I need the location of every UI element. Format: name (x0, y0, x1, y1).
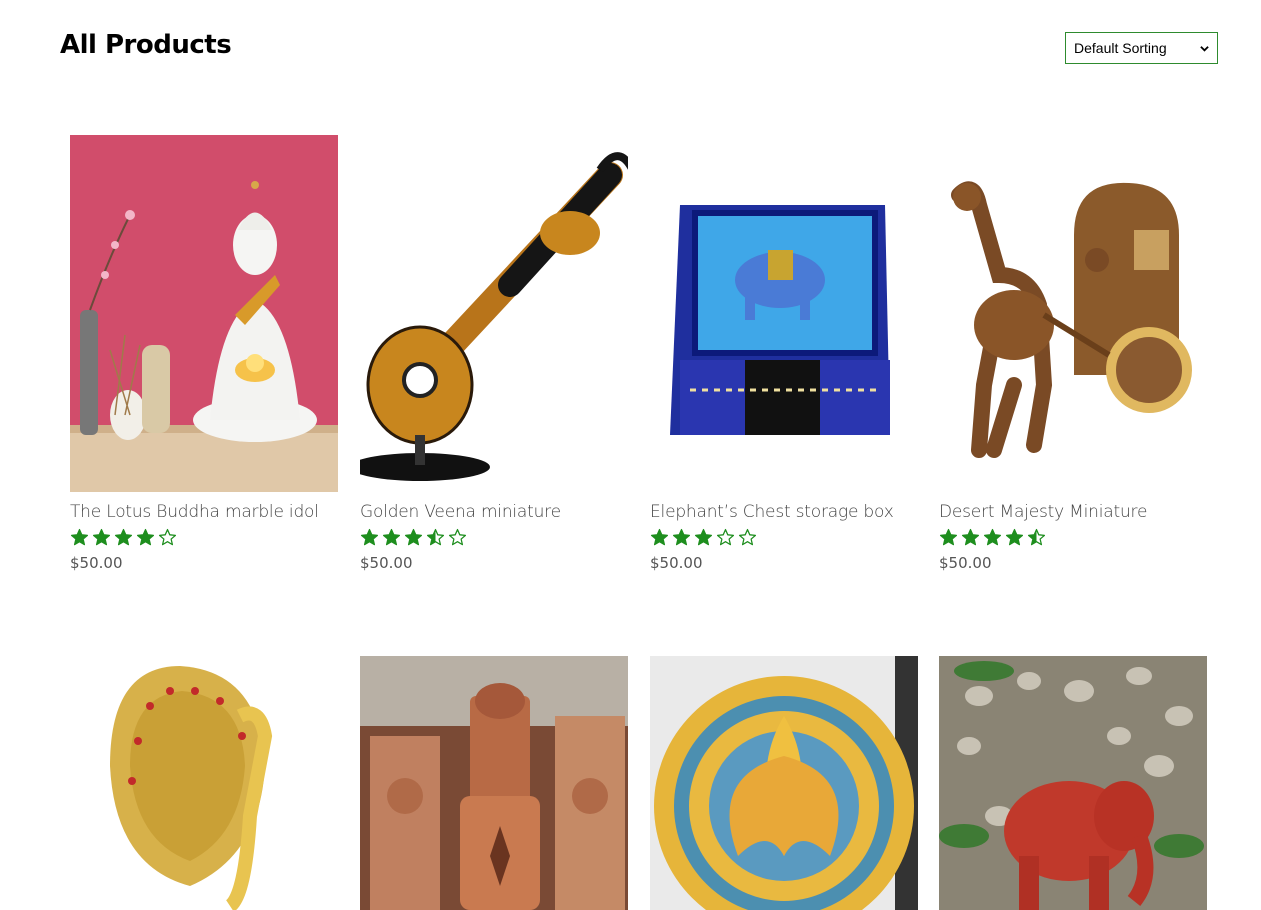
product-price: $50.00 (939, 554, 992, 572)
product-name[interactable]: Golden Veena miniature (360, 502, 628, 522)
product-card[interactable] (650, 656, 918, 910)
star-full-icon (672, 528, 691, 546)
sort-selected-label: Default Sorting (1074, 40, 1167, 56)
star-full-icon (114, 528, 133, 546)
product-card[interactable] (360, 656, 628, 910)
product-name[interactable]: Desert Majesty Miniature (939, 502, 1207, 522)
product-image-terracotta-lanterns[interactable] (360, 656, 628, 910)
star-full-icon (136, 528, 155, 546)
product-image-veena[interactable] (360, 135, 628, 492)
star-full-icon (382, 528, 401, 546)
rating-stars (360, 528, 628, 548)
star-full-icon (939, 528, 958, 546)
rating-stars (939, 528, 1207, 548)
star-full-icon (404, 528, 423, 546)
product-image-elephant-box[interactable] (650, 135, 918, 492)
product-image-buddha[interactable] (70, 135, 338, 492)
product-image-camel-cart[interactable] (939, 135, 1207, 492)
product-price: $50.00 (650, 554, 703, 572)
product-card[interactable] (939, 656, 1207, 910)
product-card[interactable]: Elephant’s Chest storage box $50.00 (650, 135, 918, 572)
star-full-icon (92, 528, 111, 546)
rating-stars (650, 528, 918, 548)
chevron-down-icon (1200, 45, 1209, 52)
star-full-icon (983, 528, 1002, 546)
star-full-icon (650, 528, 669, 546)
product-name[interactable]: Elephant’s Chest storage box (650, 502, 918, 522)
product-card[interactable]: Desert Majesty Miniature $50.00 (939, 135, 1207, 572)
product-image-peacock[interactable] (70, 656, 338, 910)
product-price: $50.00 (360, 554, 413, 572)
star-half-icon (1027, 528, 1046, 546)
star-full-icon (961, 528, 980, 546)
star-empty-icon (158, 528, 177, 546)
page-title: All Products (60, 30, 232, 60)
star-empty-icon (448, 528, 467, 546)
star-full-icon (360, 528, 379, 546)
star-full-icon (1005, 528, 1024, 546)
product-name[interactable]: The Lotus Buddha marble idol (70, 502, 338, 522)
product-card[interactable]: Golden Veena miniature $50.00 (360, 135, 628, 572)
star-full-icon (694, 528, 713, 546)
rating-stars (70, 528, 338, 548)
product-image-red-elephant[interactable] (939, 656, 1207, 910)
star-full-icon (70, 528, 89, 546)
star-half-icon (426, 528, 445, 546)
sort-dropdown[interactable]: Default Sorting (1065, 32, 1218, 64)
product-card[interactable] (70, 656, 338, 910)
star-empty-icon (738, 528, 757, 546)
product-price: $50.00 (70, 554, 123, 572)
product-image-mandala[interactable] (650, 656, 918, 910)
product-card[interactable]: The Lotus Buddha marble idol $50.00 (70, 135, 338, 572)
star-empty-icon (716, 528, 735, 546)
